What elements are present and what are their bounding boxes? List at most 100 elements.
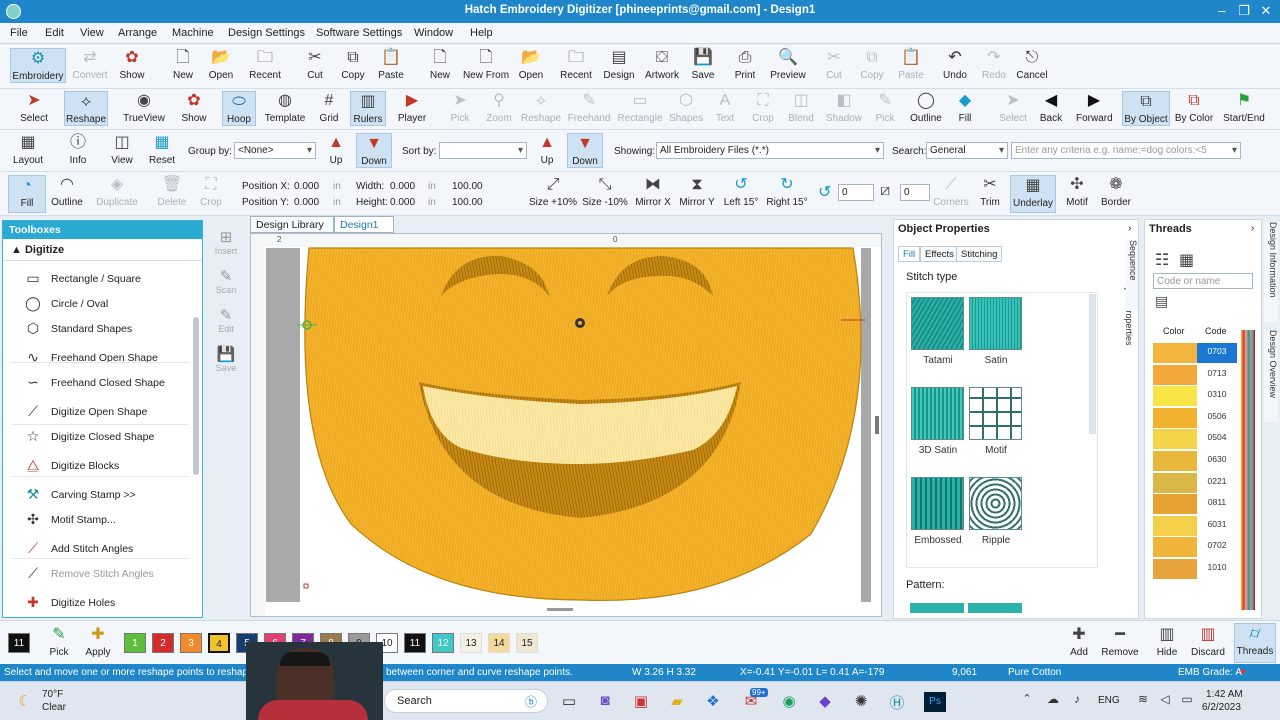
corners-button[interactable]: ⟋ Corners [932,175,970,208]
palette-chip[interactable]: 4 [208,633,230,653]
skew-angle-input[interactable]: 0 [900,184,930,201]
sort-up-button[interactable]: ▲ Up [533,133,561,166]
toolbar1-recent-button[interactable]: 🗀 Recent [554,48,598,81]
menu-arrange[interactable]: Arrange [118,27,157,39]
sort-by-select[interactable] [439,142,527,159]
digitize-section[interactable]: ▲ Digitize [3,239,202,261]
add-thread-button[interactable]: ✚ Add [1066,625,1092,658]
palette-chip[interactable]: 13 [460,633,482,653]
toolbar2-freehand-button[interactable]: ✎ Freehand [566,91,612,124]
menu-help[interactable]: Help [470,27,493,39]
search-scope-select[interactable]: General [926,142,1008,159]
stitch-type-embossed[interactable] [911,477,964,530]
battery-icon[interactable]: ▭ [1176,692,1198,712]
cloud-icon[interactable]: ☁ [1042,692,1064,712]
task-view-icon[interactable]: ▭ [558,692,580,712]
menu-file[interactable]: File [10,27,28,39]
hatch-taskbar-icon[interactable]: Ⓗ [886,692,908,712]
toolbar1-undo-button[interactable]: ↶ Undo [940,48,970,81]
toolbar1-recent-button[interactable]: 🗀 Recent [244,48,286,81]
thread-row[interactable]: 0221 [1153,472,1237,494]
palette-chip[interactable]: 15 [516,633,538,653]
stitch-type-ripple[interactable] [969,477,1022,530]
volume-icon[interactable]: ◁ [1154,692,1176,712]
group-up-button[interactable]: ▲ Up [322,133,350,166]
toolbar1-new-button[interactable]: 🗋 New [424,48,456,81]
thread-row[interactable]: 0506 [1153,407,1237,429]
toolbar2-shapes-button[interactable]: ⬡ Shapes [666,91,706,124]
stitch-type-3d-satin[interactable] [911,387,964,440]
threads-toggle-button[interactable]: ⌭ Threads [1234,623,1276,663]
palette-chip[interactable]: 3 [180,633,202,653]
pattern-swatch-2[interactable] [968,603,1022,613]
duplicate-button[interactable]: ◈ Duplicate [94,175,140,208]
mirror-x-button[interactable]: ⧓ Mirror X [632,175,674,208]
remove-thread-button[interactable]: ━ Remove [1100,625,1140,658]
palette-chip[interactable]: 11 [8,633,30,653]
tab-effects[interactable]: Effects [920,246,959,262]
toolbar1-print-button[interactable]: ⎙ Print [730,48,760,81]
show-hidden-icons[interactable]: ⌃ [1016,692,1038,712]
stitch-type-motif[interactable] [969,387,1022,440]
stitch-scrollbar[interactable] [1089,294,1096,434]
menu-window[interactable]: Window [414,27,453,39]
weather-moon-icon[interactable]: ☾ [14,692,36,712]
thread-row[interactable]: 0703 [1153,343,1237,364]
menu-machine[interactable]: Machine [172,27,214,39]
horizontal-scrollbar[interactable] [547,608,573,611]
side-tool-scan[interactable]: ✎ Scan [212,267,240,295]
palette-chip[interactable]: 2 [152,633,174,653]
design-canvas[interactable]: 2 0 [250,233,882,617]
toolbar3-info-button[interactable]: ⓘ Info [60,133,96,166]
trim-button[interactable]: ✂ Trim [974,175,1006,208]
stitch-type-tatami[interactable] [911,297,964,350]
toolbox-scrollbar[interactable] [193,317,199,475]
thread-row[interactable]: 0702 [1153,537,1237,559]
toolbar2-pick-button[interactable]: ✎ Pick [870,91,900,124]
toolbar2-by-color-button[interactable]: ⧉ By Color [1172,91,1216,124]
toolbar2-hoop-button[interactable]: ⬭ Hoop [222,91,256,126]
height-percent[interactable]: 100.00 [452,197,483,208]
reshape-point-bottom[interactable] [303,583,309,589]
mirror-y-button[interactable]: ⧗ Mirror Y [676,175,718,208]
palette-chip[interactable]: 14 [488,633,510,653]
side-tab-design-information[interactable]: Design Information [1264,222,1278,322]
chatgpt-icon[interactable]: ✺ [850,692,872,712]
restore-icon[interactable]: ❐ [1234,3,1254,19]
clock-date[interactable]: 6/2/2023 [1202,702,1241,713]
mic-icon[interactable]: ♪ [1066,692,1088,712]
list-view-icon[interactable]: ☷ [1155,250,1169,270]
menu-edit[interactable]: Edit [45,27,64,39]
discard-thread-button[interactable]: ▥ Discard [1190,625,1226,658]
thread-chart-icon[interactable]: ▤ [1155,293,1168,310]
hide-thread-button[interactable]: ▥ Hide [1154,625,1180,658]
toolbar2-rectangle-button[interactable]: ▭ Rectangle [616,91,664,124]
toolbar1-paste-button[interactable]: 📋 Paste [374,48,408,81]
toolbar2-blend-button[interactable]: ◫ Blend [786,91,816,124]
side-tool-edit[interactable]: ✎ Edit [212,306,240,334]
toolbar1-embroidery-button[interactable]: ⚙ Embroidery [10,48,66,83]
position-x-value[interactable]: 0.000 [294,181,319,192]
delete-button[interactable]: 🗑 Delete [154,175,190,208]
photoshop-icon[interactable]: Ps [924,692,946,712]
palette-chip[interactable]: 1 [124,633,146,653]
menu-design-settings[interactable]: Design Settings [228,27,305,39]
toolbar2-zoom-button[interactable]: ⚲ Zoom [482,91,516,124]
toolbar1-save-button[interactable]: 💾 Save [688,48,718,81]
border-button[interactable]: ❁ Border [1098,175,1134,208]
tab-design-library[interactable]: Design Library ✕ [250,216,334,243]
toolbar2-reshape-button[interactable]: ⟡ Reshape [64,91,108,126]
group-down-button[interactable]: ▼ Down [356,133,392,168]
grid-view-icon[interactable]: ▦ [1179,250,1194,270]
toolbar1-cut-button[interactable]: ✂ Cut [300,48,330,81]
palette-chip[interactable]: 12 [432,633,454,653]
palette-chip[interactable]: 11 [404,633,426,653]
thread-row[interactable]: 0713 [1153,364,1237,386]
language-indicator[interactable]: ENG [1098,695,1120,706]
toolbar2-select-button[interactable]: ➤ Select [996,91,1030,124]
side-tab-design-overview[interactable]: Design Overview [1264,330,1278,422]
toolbar3-reset-button[interactable]: ▦ Reset [144,133,180,166]
tab-stitching[interactable]: Stitching [956,246,1003,262]
toolbar2-show-button[interactable]: ✿ Show [174,91,214,124]
toolbar3-view-button[interactable]: ◫ View [104,133,140,166]
